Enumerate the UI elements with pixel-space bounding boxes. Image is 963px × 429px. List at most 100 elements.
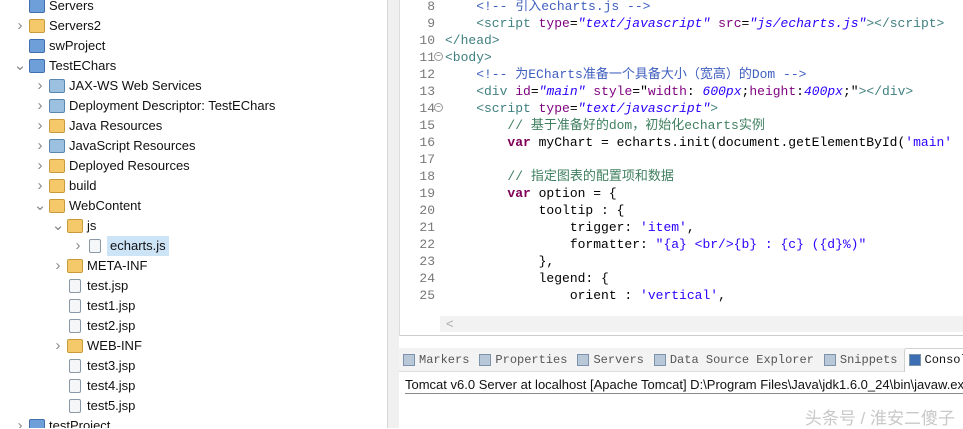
tab-label: Properties: [495, 353, 567, 367]
file-icon: [69, 359, 81, 373]
tree-item-swproject[interactable]: swProject: [13, 36, 105, 56]
tree-item-test3-jsp[interactable]: test3.jsp: [51, 356, 135, 376]
tree-item-web-inf[interactable]: › WEB-INF: [51, 336, 142, 356]
tree-item-test1-jsp[interactable]: test1.jsp: [51, 296, 135, 316]
code-token: =": [632, 84, 648, 99]
fold-toggle-icon[interactable]: −: [434, 52, 443, 61]
folder-icon: [49, 179, 65, 193]
code-token: option = {: [531, 186, 617, 201]
tree-item-testechars[interactable]: ⌄TestEChars: [13, 56, 116, 76]
tab-properties[interactable]: Properties: [475, 348, 573, 372]
code-line: 18 // 指定图表的配置项和数据: [400, 168, 674, 185]
code-token: src: [718, 16, 741, 31]
code-token: trigger:: [445, 220, 640, 235]
tree-item-deployment-descriptor[interactable]: › Deployment Descriptor: TestEChars: [33, 96, 275, 116]
chevron-right-icon[interactable]: ›: [33, 176, 47, 196]
chevron-down-icon[interactable]: ⌄: [33, 196, 47, 216]
chevron-right-icon[interactable]: ›: [33, 136, 47, 156]
code-line: 16 var myChart = echarts.init(document.g…: [400, 134, 952, 151]
tree-item-label: META-INF: [87, 256, 147, 276]
chevron-right-icon[interactable]: ›: [33, 96, 47, 116]
tree-item-label: test2.jsp: [87, 316, 135, 336]
code-token: legend: {: [445, 271, 609, 286]
chevron-right-icon[interactable]: ›: [13, 16, 27, 36]
tree-item-label: Servers2: [49, 16, 101, 36]
code-token: "{a} <br/>{b} : {c} ({d}%)": [656, 237, 867, 252]
code-token: :: [687, 84, 703, 99]
tree-item-echarts-js[interactable]: ›echarts.js: [71, 236, 169, 256]
tree-item-js[interactable]: ⌄js: [51, 216, 96, 236]
code-token: "text/javascript": [578, 16, 711, 31]
tree-item-test2-jsp[interactable]: test2.jsp: [51, 316, 135, 336]
tree-item-servers[interactable]: Servers: [13, 0, 94, 16]
code-line: 17: [400, 151, 445, 168]
code-token: type: [539, 101, 570, 116]
code-token: tooltip : {: [445, 203, 624, 218]
folder-icon: [67, 339, 83, 353]
scroll-left-icon[interactable]: <: [446, 316, 454, 331]
tree-item-test4-jsp[interactable]: test4.jsp: [51, 376, 135, 396]
code-token: height: [749, 84, 796, 99]
code-token: myChart = echarts.init(document.getEleme…: [531, 135, 905, 150]
chevron-right-icon[interactable]: ›: [33, 116, 47, 136]
tree-item-test5-jsp[interactable]: test5.jsp: [51, 396, 135, 416]
line-number: 16: [400, 134, 435, 151]
folder-icon: [67, 259, 83, 273]
tree-item-jax-ws[interactable]: › JAX-WS Web Services: [33, 76, 202, 96]
tree-item-label: Servers: [49, 0, 94, 16]
line-number: 13: [400, 83, 435, 100]
chevron-right-icon[interactable]: ›: [51, 256, 65, 276]
tab-snippets[interactable]: Snippets: [820, 348, 904, 372]
chevron-down-icon[interactable]: ⌄: [51, 216, 65, 236]
panel-divider[interactable]: [388, 0, 399, 428]
horizontal-scrollbar[interactable]: <: [440, 316, 963, 332]
code-token: orient :: [445, 288, 640, 303]
tree-item-deployed-resources[interactable]: ›Deployed Resources: [33, 156, 190, 176]
tree-item-label: JAX-WS Web Services: [69, 76, 202, 96]
chevron-right-icon[interactable]: ›: [51, 336, 65, 356]
tree-item-label: WEB-INF: [87, 336, 142, 356]
tree-item-label: Deployment Descriptor: TestEChars: [69, 96, 275, 116]
servers-icon: [577, 354, 589, 366]
bottom-panel: Markers Properties ServersData Source Expl…: [399, 340, 963, 428]
code-token: >: [710, 101, 718, 116]
tree-item-testproject[interactable]: ›testProject: [13, 416, 110, 428]
code-token: 'vertical': [640, 288, 718, 303]
folder-icon: [49, 199, 65, 213]
chevron-right-icon[interactable]: ›: [13, 416, 27, 428]
code-token: ></div>: [859, 84, 914, 99]
code-token: =: [531, 84, 539, 99]
chevron-right-icon[interactable]: ›: [33, 156, 47, 176]
code-token: <!-- 引入echarts.js -->: [445, 0, 650, 14]
tree-item-test-jsp[interactable]: test.jsp: [51, 276, 128, 296]
code-token: "main": [539, 84, 586, 99]
chevron-right-icon[interactable]: ›: [33, 76, 47, 96]
tree-item-label: test5.jsp: [87, 396, 135, 416]
chevron-down-icon[interactable]: ⌄: [13, 56, 27, 76]
code-line: 9 <script type="text/javascript" src="js…: [400, 15, 944, 32]
code-token: ,: [687, 220, 695, 235]
chevron-right-icon[interactable]: ›: [71, 236, 85, 256]
line-number: 11: [400, 49, 435, 66]
tab-data-source-explorer[interactable]: Data Source Explorer: [650, 348, 820, 372]
code-line: 11−<body>: [400, 49, 492, 66]
code-token: // 基于准备好的dom，初始化echarts实例: [445, 118, 765, 133]
tree-item-label: test4.jsp: [87, 376, 135, 396]
line-number: 12: [400, 66, 435, 83]
snippets-icon: [824, 354, 836, 366]
code-token: <script: [445, 101, 539, 116]
tree-item-servers2[interactable]: › Servers2: [13, 16, 101, 36]
line-number: 10: [400, 32, 435, 49]
code-token: =: [570, 16, 578, 31]
tree-item-java-resources[interactable]: ›Java Resources: [33, 116, 162, 136]
tree-item-webcontent[interactable]: ⌄WebContent: [33, 196, 141, 216]
code-editor[interactable]: 7 <title>ECharts</title>8 <!-- 引入echarts…: [399, 0, 963, 336]
tab-markers[interactable]: Markers: [399, 348, 475, 372]
tree-item-javascript-resources[interactable]: ›JavaScript Resources: [33, 136, 195, 156]
tab-servers[interactable]: Servers: [573, 348, 649, 372]
tree-item-meta-inf[interactable]: › META-INF: [51, 256, 147, 276]
fold-toggle-icon[interactable]: −: [434, 103, 443, 112]
tab-console[interactable]: Console✕: [904, 348, 963, 372]
tab-label: Snippets: [840, 353, 898, 367]
tree-item-build[interactable]: ›build: [33, 176, 96, 196]
